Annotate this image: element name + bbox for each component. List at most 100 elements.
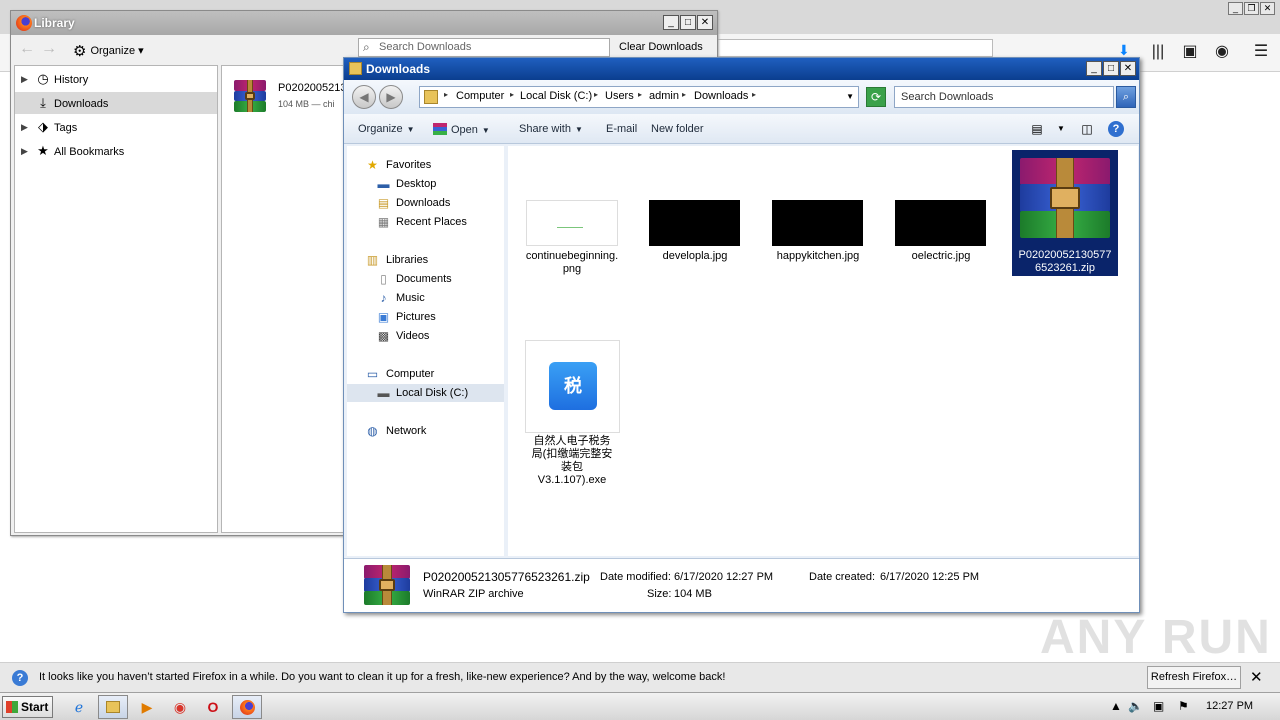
address-bar[interactable]: ▸ Computer ▸ Local Disk (C:) ▸ Users ▸ a… (419, 86, 859, 108)
file-item[interactable]: developla.jpg (645, 198, 745, 268)
chevron-right-icon[interactable]: ▸ (510, 90, 514, 99)
explorer-close-button[interactable]: ✕ (1120, 61, 1136, 76)
expand-icon[interactable]: ▶ (21, 68, 28, 90)
account-icon[interactable]: ◉ (1212, 42, 1232, 62)
file-name: happykitchen.jpg (776, 250, 860, 262)
clock-icon: ◷ (37, 71, 49, 86)
firefox-taskbar-button[interactable] (232, 695, 262, 719)
breadcrumb-admin[interactable]: admin (649, 90, 679, 102)
nav-local-disk[interactable]: ▬ Local Disk (C:) (347, 384, 504, 402)
file-item[interactable]: happykitchen.jpg (768, 198, 868, 268)
nav-documents[interactable]: ▯ Documents (347, 270, 504, 288)
nav-videos[interactable]: ▩ Videos (347, 327, 504, 345)
star-icon: ★ (37, 143, 49, 158)
desktop-icon: ▬ (377, 177, 390, 191)
back-button[interactable]: ◀ (352, 85, 376, 109)
chevron-right-icon[interactable]: ▸ (682, 90, 686, 99)
nav-label: Local Disk (C:) (396, 387, 469, 399)
firefox-minimize-button[interactable]: _ (1228, 2, 1243, 15)
tree-item-tags[interactable]: ▶ ⬗ Tags (15, 116, 217, 138)
nav-downloads[interactable]: ▤ Downloads (347, 194, 504, 212)
organize-label: Organize (90, 45, 136, 57)
download-item-name[interactable]: P0202005213 (278, 82, 347, 94)
change-view-icon[interactable]: ▤ (1029, 121, 1045, 137)
start-label: Start (21, 700, 49, 714)
email-button[interactable]: E-mail (606, 123, 637, 135)
library-search-input[interactable]: ⌕ Search Downloads (358, 38, 610, 57)
flag-tray-icon[interactable]: ⚑ (1178, 699, 1189, 713)
forward-button[interactable]: ▶ (379, 85, 403, 109)
breadcrumb-downloads[interactable]: Downloads (694, 90, 748, 102)
clock[interactable]: 12:27 PM (1206, 700, 1253, 712)
nav-favorites[interactable]: ★ Favorites (347, 156, 504, 174)
command-bar: Organize ▼ Open ▼ Share with ▼ E-mail New f… (344, 114, 1139, 144)
media-player-icon[interactable]: ▶ (137, 697, 157, 717)
share-with-button[interactable]: Share with ▼ (519, 123, 583, 135)
tag-icon: ⬗ (38, 119, 48, 134)
firefox-url-bar[interactable] (715, 39, 993, 57)
library-maximize-button[interactable]: □ (680, 15, 696, 30)
breadcrumb-local-disk[interactable]: Local Disk (C:) (520, 90, 592, 102)
help-icon[interactable]: ? (1108, 121, 1124, 137)
chevron-right-icon[interactable]: ▸ (638, 90, 642, 99)
organize-button[interactable]: Organize ▼ (358, 123, 415, 135)
preview-pane-icon[interactable]: ◫ (1079, 121, 1095, 137)
view-dropdown-icon[interactable]: ▼ (1053, 121, 1069, 137)
firefox-restore-button[interactable]: ❐ (1244, 2, 1259, 15)
opera-icon[interactable]: O (203, 697, 223, 717)
nav-music[interactable]: ♪ Music (347, 289, 504, 307)
file-item[interactable]: continuebeginning. png (522, 198, 622, 278)
new-folder-button[interactable]: New folder (651, 123, 704, 135)
menu-icon[interactable]: ☰ (1251, 42, 1271, 62)
open-button[interactable]: Open ▼ (433, 123, 490, 136)
refresh-firefox-button[interactable]: Refresh Firefox… (1147, 666, 1241, 689)
explorer-minimize-button[interactable]: _ (1086, 61, 1102, 76)
file-item[interactable]: oelectric.jpg (891, 198, 991, 268)
forward-icon[interactable]: → (41, 40, 57, 58)
sidebar-icon[interactable]: ▣ (1180, 42, 1200, 62)
pictures-icon: ▣ (377, 310, 390, 324)
network-tray-icon[interactable]: ▣ (1153, 699, 1164, 713)
tree-item-history[interactable]: ▶ ◷ History (15, 68, 217, 90)
organize-menu[interactable]: ⚙ Organize ▾ (73, 42, 144, 60)
internet-explorer-icon[interactable]: ℯ (69, 697, 89, 717)
expand-icon[interactable]: ▶ (21, 116, 28, 138)
nav-label: Videos (396, 330, 430, 342)
explorer-maximize-button[interactable]: □ (1103, 61, 1119, 76)
tray-expand-icon[interactable]: ▲ (1110, 699, 1122, 713)
search-icon[interactable]: ⌕ (1116, 86, 1136, 108)
nav-pictures[interactable]: ▣ Pictures (347, 308, 504, 326)
nav-network[interactable]: ◍ Network (347, 422, 504, 440)
library-close-button[interactable]: ✕ (697, 15, 713, 30)
address-dropdown-icon[interactable]: ▼ (846, 92, 854, 101)
expand-icon[interactable]: ▶ (21, 140, 28, 162)
start-button[interactable]: Start (2, 696, 53, 718)
chevron-right-icon[interactable]: ▸ (752, 90, 756, 99)
chevron-right-icon[interactable]: ▸ (594, 90, 598, 99)
breadcrumb-users[interactable]: Users (605, 90, 634, 102)
refresh-button[interactable]: ⟳ (866, 87, 886, 107)
downloads-folder-icon: ▤ (377, 196, 390, 210)
explorer-taskbar-button[interactable] (98, 695, 128, 719)
nav-recent-places[interactable]: ▦ Recent Places (347, 213, 504, 231)
library-minimize-button[interactable]: _ (663, 15, 679, 30)
clear-downloads-button[interactable]: Clear Downloads (619, 41, 703, 53)
tree-item-downloads[interactable]: ⤓ Downloads (15, 92, 217, 114)
close-icon[interactable]: ✕ (1250, 668, 1263, 686)
file-item-selected[interactable]: P02020052130577 6523261.zip (1012, 150, 1118, 276)
taskbar: Start ℯ ▶ ◉ O ▲ 🔈 ▣ ⚑ 12:27 PM (0, 692, 1280, 720)
breadcrumb-computer[interactable]: Computer (456, 90, 504, 102)
library-icon[interactable]: ||| (1148, 42, 1168, 62)
back-icon[interactable]: ← (19, 40, 35, 58)
firefox-close-button[interactable]: ✕ (1260, 2, 1275, 15)
file-item[interactable]: 税 自然人电子税务 局(扣缴端完整安 装包 V3.1.107).exe (522, 340, 622, 488)
nav-libraries[interactable]: ▥ Libraries (347, 251, 504, 269)
nav-computer[interactable]: ▭ Computer (347, 365, 504, 383)
explorer-search-input[interactable]: Search Downloads (894, 86, 1114, 108)
volume-icon[interactable]: 🔈 (1128, 699, 1143, 713)
star-icon: ★ (367, 158, 378, 172)
chrome-icon[interactable]: ◉ (170, 697, 190, 717)
chevron-right-icon[interactable]: ▸ (444, 90, 448, 99)
tree-item-all-bookmarks[interactable]: ▶ ★ All Bookmarks (15, 140, 217, 162)
nav-desktop[interactable]: ▬ Desktop (347, 175, 504, 193)
